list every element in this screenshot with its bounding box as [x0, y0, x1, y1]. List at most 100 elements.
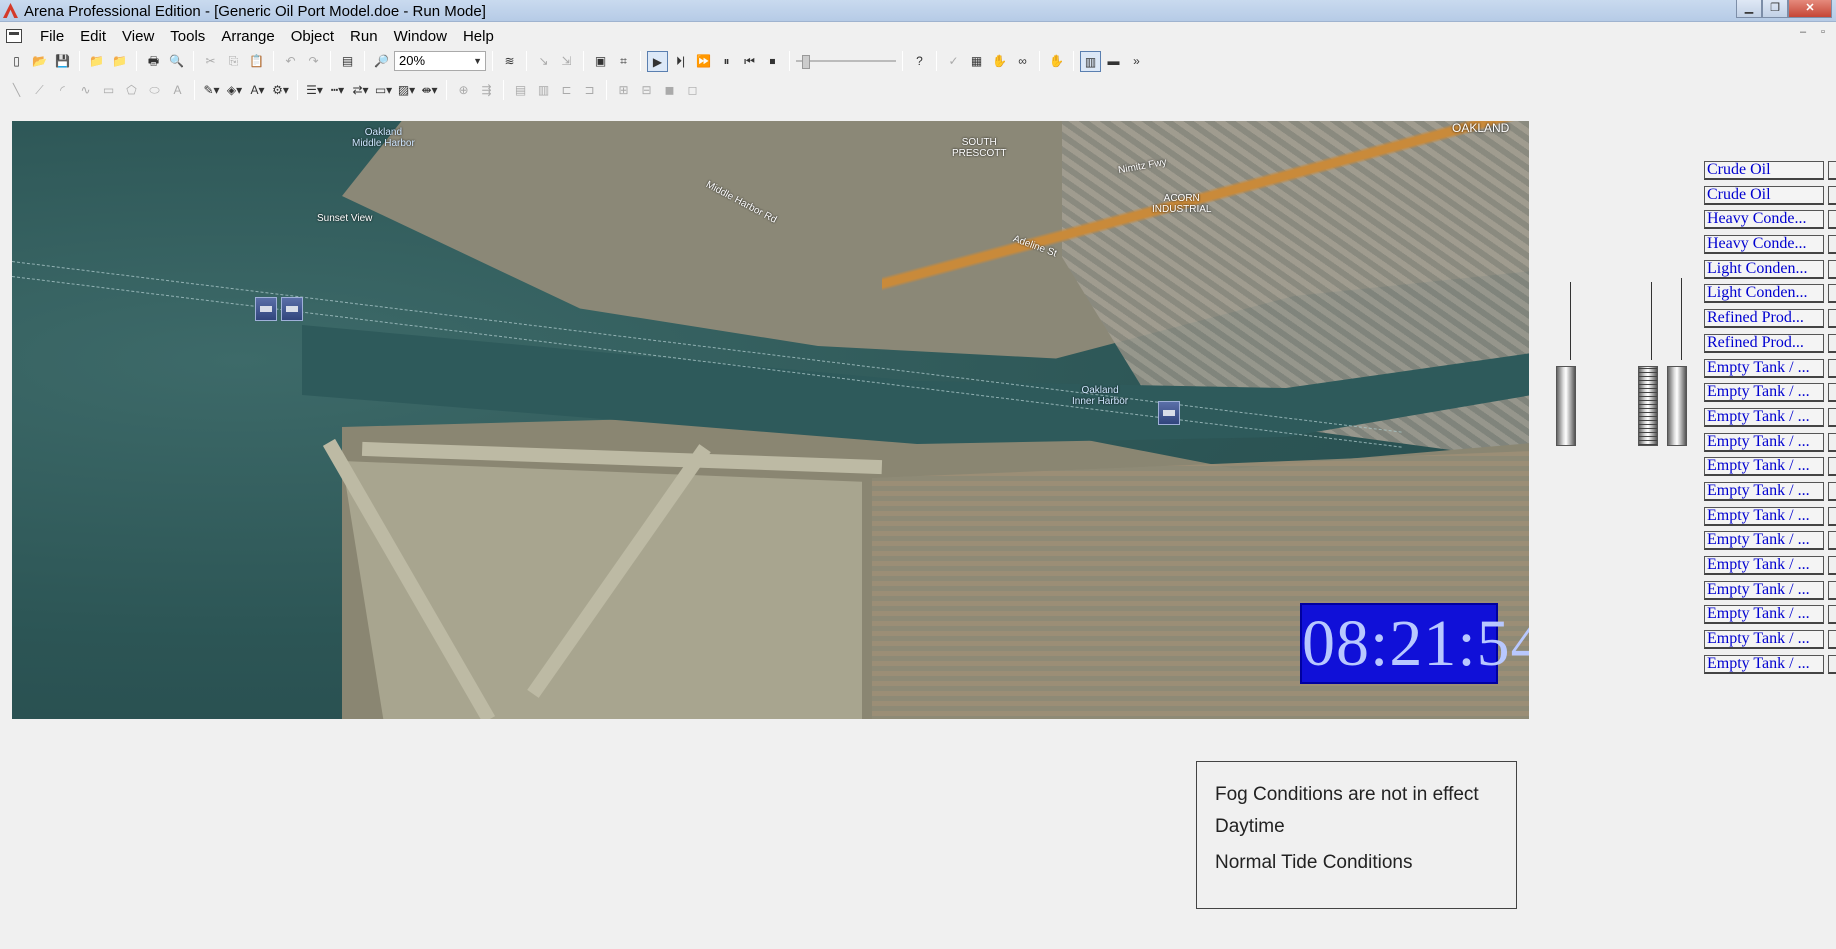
product-item[interactable]: Empty Tank / ... [1704, 556, 1824, 575]
product-item[interactable]: Empty Tank / ... [1704, 580, 1824, 600]
show-dimensions-icon[interactable]: ⇼▾ [419, 80, 440, 101]
distribute-icon[interactable]: ▥ [533, 80, 554, 101]
zoom-select[interactable]: 20% [394, 51, 486, 71]
step-icon[interactable]: ⏵| [670, 51, 691, 72]
product-item[interactable]: Light Conden... [1704, 259, 1824, 279]
zoom-icon[interactable]: 🔎 [371, 51, 392, 72]
display-icon[interactable]: ▣ [590, 51, 611, 72]
animation-speed-slider[interactable] [796, 54, 896, 69]
project-bar-icon[interactable]: ▥ [1080, 50, 1101, 72]
fast-forward-icon[interactable]: ⏩ [693, 51, 714, 72]
save-icon[interactable]: 💾 [52, 51, 73, 72]
template-attach-icon[interactable]: 📁 [86, 51, 107, 72]
menu-view[interactable]: View [114, 28, 162, 45]
menu-arrange[interactable]: Arrange [213, 28, 282, 45]
glasses-icon[interactable]: ∞ [1012, 51, 1033, 72]
status-bar-icon[interactable]: ▬ [1103, 51, 1124, 72]
flip-icon[interactable]: ⊐ [579, 80, 600, 101]
pause-icon[interactable]: ⏸ [716, 51, 737, 72]
doc-minimize-icon[interactable]: – [1794, 26, 1812, 42]
send-back-icon[interactable]: ◻ [682, 80, 703, 101]
ellipse-icon[interactable]: ⬭ [144, 80, 165, 101]
menu-object[interactable]: Object [283, 28, 342, 45]
product-item[interactable]: Empty Tank / ... [1704, 531, 1824, 551]
doc-restore-icon[interactable]: ▫ [1814, 26, 1832, 42]
product-item[interactable]: Empty Tank / ... [1704, 457, 1824, 477]
product-item[interactable]: Empty Tank / ... [1704, 630, 1824, 650]
copy-icon[interactable]: ⎘ [223, 51, 244, 72]
fill-pattern-icon[interactable]: ▨▾ [396, 80, 417, 101]
submodel-icon[interactable]: ⌗ [613, 51, 634, 72]
product-item[interactable]: Heavy Conde... [1704, 235, 1824, 255]
product-item[interactable]: Heavy Conde... [1704, 210, 1824, 230]
polyline-icon[interactable]: ⟋ [29, 80, 50, 101]
close-icon[interactable]: ✕ [1788, 0, 1832, 18]
product-item[interactable]: Empty Tank / ... [1704, 432, 1824, 452]
open-icon[interactable]: 📂 [29, 51, 50, 72]
arrow-style-icon[interactable]: ⇄▾ [350, 80, 371, 101]
bring-front-icon[interactable]: ◼ [659, 80, 680, 101]
product-item[interactable]: Refined Prod... [1704, 333, 1824, 353]
new-icon[interactable]: ▯ [6, 51, 27, 72]
go-run-icon[interactable]: ▶ [647, 50, 668, 72]
arena-app-icon[interactable] [3, 3, 18, 18]
product-item[interactable]: Empty Tank / ... [1704, 481, 1824, 501]
menu-help[interactable]: Help [455, 28, 502, 45]
template-detach-icon[interactable]: 📁 [109, 51, 130, 72]
menu-run[interactable]: Run [342, 28, 386, 45]
product-item[interactable]: Empty Tank / ... [1704, 383, 1824, 403]
flow-icon[interactable]: ⊏ [556, 80, 577, 101]
text-color-icon[interactable]: A▾ [247, 80, 268, 101]
check-model-icon[interactable]: ✓ [943, 51, 964, 72]
group-icon[interactable]: ⊞ [613, 80, 634, 101]
fill-color-icon[interactable]: ◈▾ [224, 80, 245, 101]
route-icon[interactable]: ⇶ [476, 80, 497, 101]
product-item[interactable]: Empty Tank / ... [1704, 407, 1824, 427]
product-item[interactable]: Crude Oil [1704, 161, 1824, 180]
product-item[interactable]: Empty Tank / ... [1704, 358, 1824, 378]
product-item[interactable]: Empty Tank / ... [1704, 605, 1824, 625]
arc-icon[interactable]: ◜ [52, 80, 73, 101]
start-over-icon[interactable]: ⏮ [739, 51, 760, 72]
box-icon[interactable]: ▭ [98, 80, 119, 101]
product-item[interactable]: Empty Tank / ... [1704, 506, 1824, 526]
polygon-icon[interactable]: ⬠ [121, 80, 142, 101]
breakpoint-icon[interactable]: ✋ [1046, 51, 1067, 72]
undo-icon[interactable]: ↶ [280, 51, 301, 72]
product-item[interactable]: Empty Tank / ... [1704, 654, 1824, 674]
product-item[interactable]: Light Conden... [1704, 284, 1824, 304]
layers-icon[interactable]: ≋ [499, 51, 520, 72]
bezier-icon[interactable]: ∿ [75, 80, 96, 101]
print-preview-icon[interactable]: 🔍 [166, 51, 187, 72]
animate-connectors-icon[interactable]: ⊕ [453, 80, 474, 101]
cut-icon[interactable]: ✂ [200, 51, 221, 72]
text-icon[interactable]: A [167, 80, 188, 101]
print-icon[interactable]: 🖶 [143, 51, 164, 72]
stop-icon[interactable]: ⏹ [762, 51, 783, 72]
product-item[interactable]: Crude Oil [1704, 185, 1824, 205]
line-color-icon[interactable]: ✎▾ [201, 80, 222, 101]
paste-icon[interactable]: 📋 [246, 51, 267, 72]
run-control-icon[interactable]: ▦ [966, 51, 987, 72]
tanker-ship-icon[interactable] [255, 297, 277, 321]
align-icon[interactable]: ▤ [510, 80, 531, 101]
line-icon[interactable]: ╲ [6, 80, 27, 101]
view-icon[interactable]: ▤ [337, 51, 358, 72]
menu-file[interactable]: File [32, 28, 72, 45]
ungroup-icon[interactable]: ⊟ [636, 80, 657, 101]
line-style-icon[interactable]: ┅▾ [327, 80, 348, 101]
maximize-icon[interactable]: ❐ [1762, 0, 1788, 18]
menu-window[interactable]: Window [386, 28, 455, 45]
menu-tools[interactable]: Tools [162, 28, 213, 45]
hand-pan-icon[interactable]: ✋ [989, 51, 1010, 72]
toolbar-overflow-icon[interactable]: » [1126, 51, 1147, 72]
product-item[interactable]: Refined Prod... [1704, 309, 1824, 329]
redo-icon[interactable]: ↷ [303, 51, 324, 72]
minimize-icon[interactable]: ▁ [1736, 0, 1762, 18]
tanker-ship-icon[interactable] [281, 297, 303, 321]
window-background-icon[interactable]: ⚙▾ [270, 80, 291, 101]
connect-icon[interactable]: ↘ [533, 51, 554, 72]
connect-multi-icon[interactable]: ⇲ [556, 51, 577, 72]
line-width-icon[interactable]: ☰▾ [304, 80, 325, 101]
tanker-ship-icon[interactable] [1158, 401, 1180, 425]
